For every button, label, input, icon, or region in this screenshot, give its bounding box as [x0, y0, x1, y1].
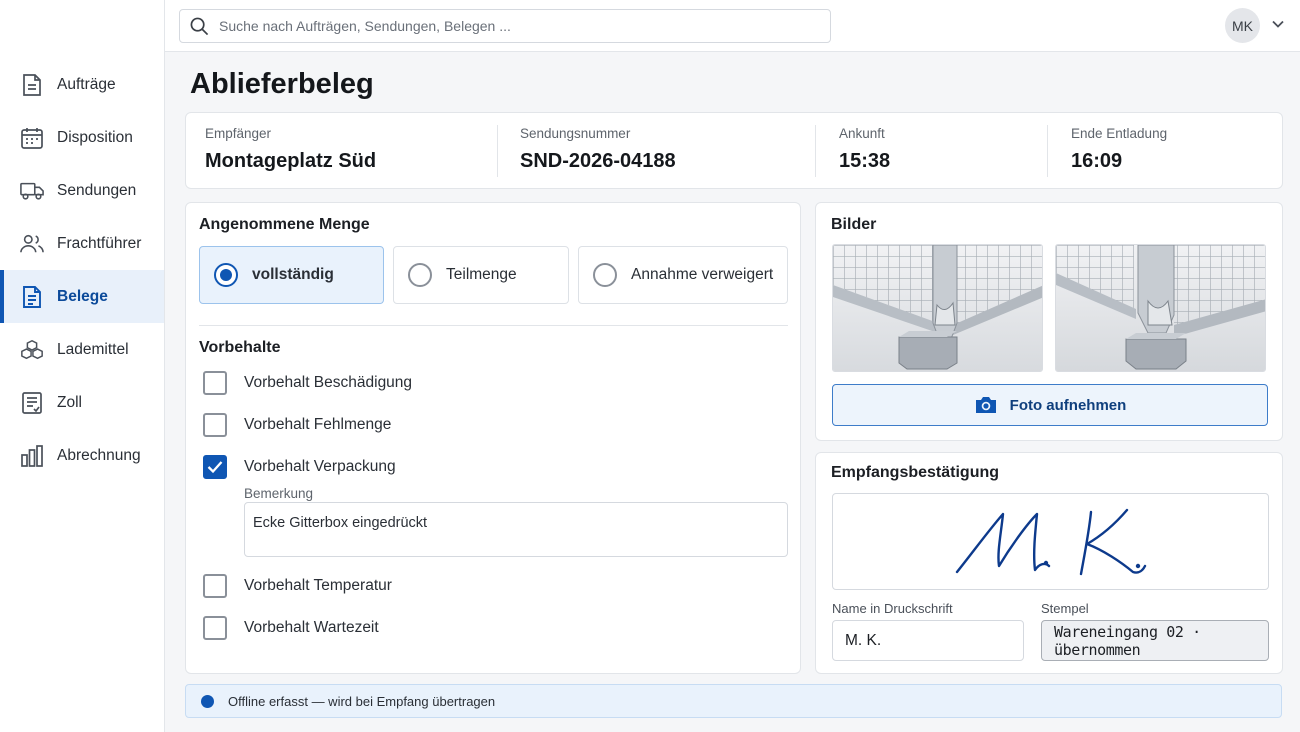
sidebar-item-label: Sendungen — [57, 181, 137, 199]
recipient-field: Empfänger Montageplatz Süd — [205, 113, 376, 190]
photo-thumbnail[interactable] — [832, 244, 1043, 372]
divider — [815, 125, 816, 177]
remark-field[interactable]: Ecke Gitterbox eingedrückt — [244, 502, 788, 557]
avatar[interactable]: MK — [1225, 8, 1260, 43]
sidebar-item-sendungen[interactable]: Sendungen — [0, 164, 164, 217]
images-card: Bilder Foto aufnehmen — [815, 202, 1283, 441]
divider — [497, 125, 498, 177]
radio-option-annahme-verweigert[interactable]: Annahme verweigert — [578, 246, 788, 304]
quantity-title: Angenommene Menge — [199, 216, 370, 233]
radio-option-teilmenge[interactable]: Teilmenge — [393, 246, 569, 304]
confirmation-card: Empfangsbestätigung Name in Druckschrift… — [815, 452, 1283, 674]
camera-icon — [974, 395, 998, 415]
arrival-label: Ankunft — [839, 126, 885, 141]
top-bar: MK — [165, 0, 1300, 52]
radio-button[interactable] — [593, 263, 617, 287]
sidebar-item-label: Abrechnung — [57, 446, 141, 464]
sidebar-item-lademittel[interactable]: Lademittel — [0, 323, 164, 376]
users-icon — [20, 232, 44, 256]
radio-label: Teilmenge — [446, 266, 517, 283]
name-label: Name in Druckschrift — [832, 601, 953, 616]
checkmark-icon — [207, 461, 223, 474]
shipment-number-value: SND-2026-04188 — [520, 150, 676, 172]
photo-thumbnail[interactable] — [1055, 244, 1266, 372]
unload-end-label: Ende Entladung — [1071, 126, 1168, 141]
sidebar-item-abrechnung[interactable]: Abrechnung — [0, 429, 164, 482]
checkbox[interactable] — [203, 574, 227, 598]
offline-status-bar: Offline erfasst — wird bei Empfang übert… — [185, 684, 1282, 718]
shipment-number-label: Sendungsnummer — [520, 126, 631, 141]
receipt-icon — [20, 285, 44, 309]
checkbox-label: Vorbehalt Wartezeit — [244, 619, 379, 636]
bar-chart-icon — [20, 444, 44, 468]
radio-button[interactable] — [408, 263, 432, 287]
images-title: Bilder — [831, 216, 877, 233]
signature-pad[interactable] — [832, 493, 1269, 590]
arrival-value: 15:38 — [839, 150, 891, 172]
sidebar-item-label: Disposition — [57, 128, 133, 146]
confirmation-title: Empfangsbestätigung — [831, 464, 1000, 481]
acceptance-card: Angenommene Menge vollständig Teilmenge … — [185, 202, 801, 674]
boxes-icon — [20, 338, 44, 362]
sidebar: Aufträge Disposition Sendungen Frachtfüh… — [0, 0, 165, 732]
checkbox-label: Vorbehalt Verpackung — [244, 458, 396, 475]
sidebar-item-zoll[interactable]: Zoll — [0, 376, 164, 429]
sidebar-item-frachtfuehrer[interactable]: Frachtführer — [0, 217, 164, 270]
search-input[interactable] — [219, 18, 799, 34]
status-dot-icon — [201, 694, 214, 708]
stamp-label: Stempel — [1041, 601, 1089, 616]
sidebar-item-auftraege[interactable]: Aufträge — [0, 58, 164, 111]
sidebar-item-label: Lademittel — [57, 340, 129, 358]
checkbox[interactable] — [203, 413, 227, 437]
take-photo-button[interactable]: Foto aufnehmen — [832, 384, 1268, 426]
remark-label: Bemerkung — [244, 486, 314, 501]
search-box[interactable] — [179, 9, 831, 43]
chevron-down-icon[interactable] — [1271, 17, 1285, 36]
checkbox-row-temperatur[interactable]: Vorbehalt Temperatur — [203, 574, 392, 598]
search-icon — [190, 17, 209, 36]
checkbox-label: Vorbehalt Temperatur — [244, 577, 392, 594]
sidebar-item-label: Belege — [57, 287, 108, 305]
sidebar-item-label: Frachtführer — [57, 234, 142, 252]
take-photo-label: Foto aufnehmen — [1009, 396, 1127, 414]
document-icon — [20, 73, 44, 97]
checkbox-label: Vorbehalt Beschädigung — [244, 374, 413, 391]
checkbox-checked[interactable] — [203, 455, 227, 479]
shipment-number-field: Sendungsnummer SND-2026-04188 — [520, 113, 676, 190]
calendar-icon — [20, 126, 44, 150]
unload-end-value: 16:09 — [1071, 150, 1123, 172]
status-text: Offline erfasst — wird bei Empfang übert… — [228, 693, 496, 709]
checkbox-row-beschaedigung[interactable]: Vorbehalt Beschädigung — [203, 371, 412, 395]
customs-doc-icon — [20, 391, 44, 415]
radio-button-checked[interactable] — [214, 263, 238, 287]
sidebar-item-belege[interactable]: Belege — [0, 270, 164, 323]
truck-icon — [20, 179, 44, 203]
radio-label: vollständig — [252, 266, 334, 283]
signature-drawing — [955, 508, 1147, 576]
divider — [199, 325, 788, 326]
recipient-label: Empfänger — [205, 126, 272, 141]
checkbox-row-wartezeit[interactable]: Vorbehalt Wartezeit — [203, 616, 379, 640]
checkbox-row-verpackung[interactable]: Vorbehalt Verpackung — [203, 455, 396, 479]
reservations-title: Vorbehalte — [199, 339, 281, 356]
page-title: Ablieferbeleg — [190, 68, 374, 100]
stamp-field[interactable]: Wareneingang 02 · übernommen — [1041, 620, 1269, 661]
divider — [1047, 125, 1048, 177]
checkbox-row-fehlmenge[interactable]: Vorbehalt Fehlmenge — [203, 413, 391, 437]
unload-end-field: Ende Entladung 16:09 — [1071, 113, 1167, 190]
radio-label: Annahme verweigert — [631, 266, 774, 283]
checkbox[interactable] — [203, 616, 227, 640]
sidebar-item-label: Zoll — [57, 393, 82, 411]
sidebar-item-disposition[interactable]: Disposition — [0, 111, 164, 164]
sidebar-item-label: Aufträge — [57, 75, 116, 93]
shipment-summary: Empfänger Montageplatz Süd Sendungsnumme… — [185, 112, 1283, 189]
recipient-value: Montageplatz Süd — [205, 150, 377, 172]
checkbox[interactable] — [203, 371, 227, 395]
arrival-field: Ankunft 15:38 — [839, 113, 890, 190]
checkbox-label: Vorbehalt Fehlmenge — [244, 416, 392, 433]
radio-option-vollstaendig[interactable]: vollständig — [199, 246, 384, 304]
sidebar-nav: Aufträge Disposition Sendungen Frachtfüh… — [0, 58, 164, 482]
name-field[interactable] — [832, 620, 1024, 661]
